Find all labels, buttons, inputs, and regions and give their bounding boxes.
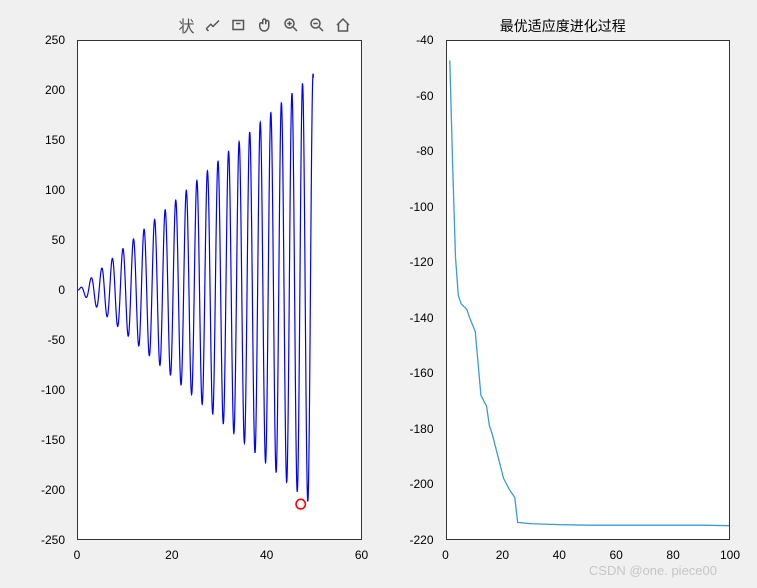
x-tick-label: 0 (442, 548, 449, 562)
y-tick-label: 50 (52, 233, 65, 247)
best-point-marker (296, 499, 305, 509)
fitness-line (449, 60, 729, 525)
x-axis-2: 020406080100 (446, 544, 731, 578)
y-tick-label: 150 (45, 133, 65, 147)
plot-area-2[interactable] (446, 40, 731, 540)
x-tick-label: 0 (74, 548, 81, 562)
subplot-1: 状 -250-200-150-100-50050100150200250 (15, 10, 374, 578)
y-tick-label: -140 (409, 311, 433, 325)
pan-icon[interactable] (254, 14, 276, 36)
y-tick-label: -150 (41, 433, 65, 447)
home-icon[interactable] (332, 14, 354, 36)
zoom-in-icon[interactable] (280, 14, 302, 36)
y-tick-label: -50 (48, 333, 65, 347)
x-tick-label: 60 (610, 548, 623, 562)
y-tick-label: -100 (409, 200, 433, 214)
x-tick-label: 80 (666, 548, 679, 562)
y-axis-2: -220-200-180-160-140-120-100-80-60-40 (384, 40, 442, 540)
signal-line (78, 74, 313, 502)
figure-toolbar: 状 (176, 14, 354, 36)
y-axis-1: -250-200-150-100-50050100150200250 (15, 40, 73, 540)
y-tick-label: 250 (45, 33, 65, 47)
tips-icon[interactable]: 状 (176, 14, 198, 36)
y-tick-label: -40 (416, 33, 433, 47)
data-icon[interactable] (228, 14, 250, 36)
y-tick-label: 0 (58, 283, 65, 297)
x-tick-label: 60 (355, 548, 368, 562)
subplot-2: 最优适应度进化过程 -220 -200 -180 -160 -140 -120 -100 -8… (384, 10, 743, 578)
y-tick-label: -160 (409, 366, 433, 380)
x-tick-label: 20 (165, 548, 178, 562)
y-tick-label: -100 (41, 383, 65, 397)
y-tick-label: -120 (409, 255, 433, 269)
plot-area-1[interactable] (77, 40, 362, 540)
y-tick-label: -60 (416, 89, 433, 103)
x-tick-label: 20 (496, 548, 509, 562)
y-tick-label: -80 (416, 144, 433, 158)
brush-icon[interactable] (202, 14, 224, 36)
y-tick-label: 100 (45, 183, 65, 197)
y-tick-label: -180 (409, 422, 433, 436)
y-tick-label: 200 (45, 83, 65, 97)
y-tick-label: -200 (41, 483, 65, 497)
x-tick-label: 40 (553, 548, 566, 562)
x-tick-label: 100 (720, 548, 740, 562)
x-tick-label: 40 (260, 548, 273, 562)
x-axis-1: 0204060 (77, 544, 362, 578)
zoom-out-icon[interactable] (306, 14, 328, 36)
y-tick-label: -200 (409, 477, 433, 491)
y-tick-label: -220 (409, 533, 433, 547)
plot-title-2: 最优适应度进化过程 (500, 16, 626, 36)
y-tick-label: -250 (41, 533, 65, 547)
figure-container: 状 -250-200-150-100-50050100150200250 (0, 0, 757, 588)
